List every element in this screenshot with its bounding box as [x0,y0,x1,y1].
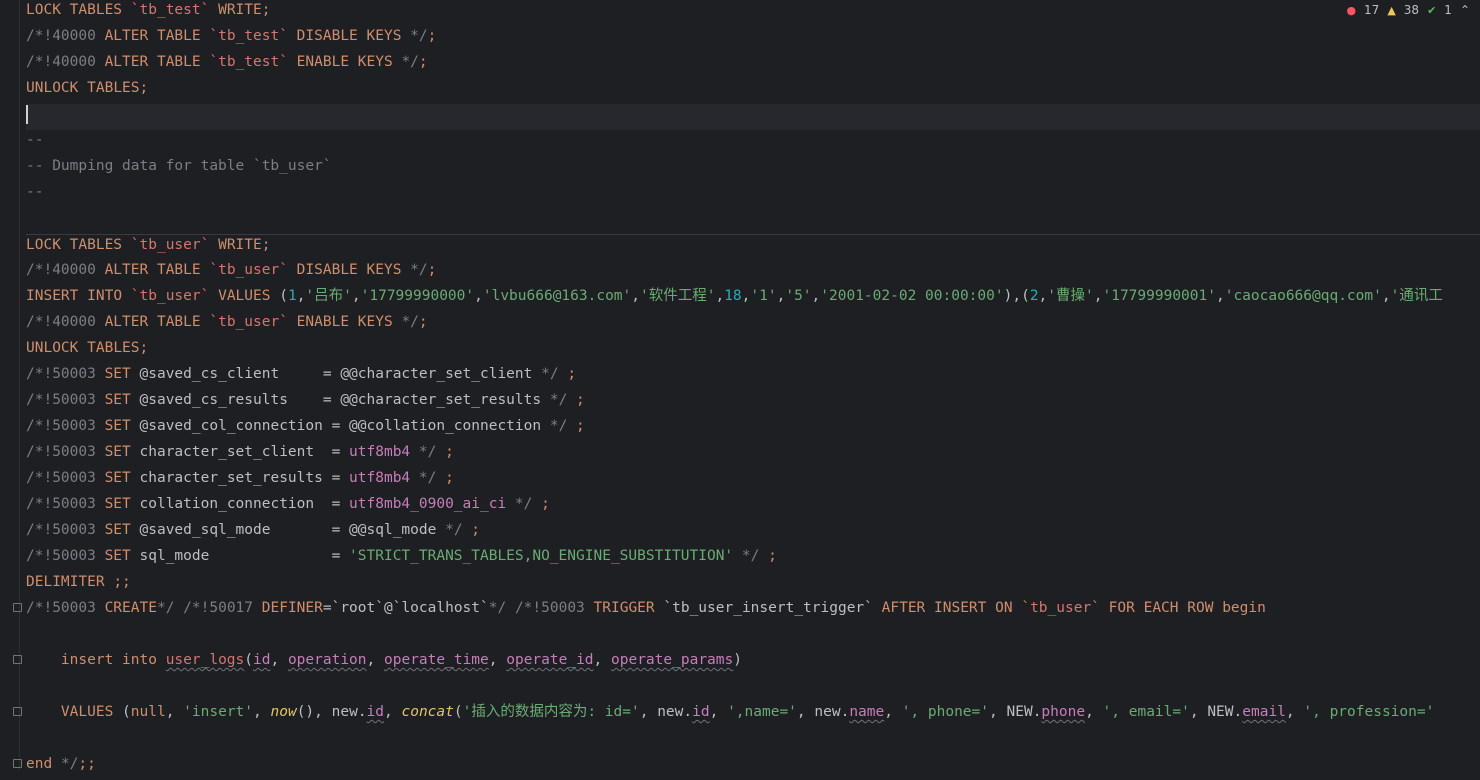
code-line[interactable]: /*!50003 SET @saved_col_connection = @@c… [26,416,1480,442]
code-line[interactable]: LOCK TABLES `tb_test` WRITE; [26,0,1480,26]
fold-marker-icon[interactable] [13,655,22,664]
code-line[interactable]: UNLOCK TABLES; [26,78,1480,104]
code-editor[interactable]: LOCK TABLES `tb_test` WRITE;/*!40000 ALT… [26,0,1480,780]
code-line[interactable]: /*!50003 CREATE*/ /*!50017 DEFINER=`root… [26,598,1480,624]
code-line[interactable]: INSERT INTO `tb_user` VALUES (1,'吕布','17… [26,286,1480,312]
code-line[interactable]: /*!40000 ALTER TABLE `tb_user` ENABLE KE… [26,312,1480,338]
code-line[interactable]: /*!40000 ALTER TABLE `tb_test` DISABLE K… [26,26,1480,52]
code-line[interactable]: LOCK TABLES `tb_user` WRITE; [26,234,1480,260]
fold-marker-icon[interactable] [13,707,22,716]
code-line[interactable] [26,624,1480,650]
code-line[interactable] [26,676,1480,702]
code-line[interactable]: /*!50003 SET @saved_sql_mode = @@sql_mod… [26,520,1480,546]
fold-marker-icon[interactable] [13,759,22,768]
text-caret [26,104,28,124]
code-line[interactable]: /*!40000 ALTER TABLE `tb_user` DISABLE K… [26,260,1480,286]
code-line[interactable]: /*!50003 SET character_set_results = utf… [26,468,1480,494]
code-line[interactable] [26,728,1480,754]
code-line[interactable] [26,208,1480,234]
code-line[interactable]: /*!50003 SET collation_connection = utf8… [26,494,1480,520]
code-line[interactable]: /*!50003 SET @saved_cs_client = @@charac… [26,364,1480,390]
code-line[interactable]: /*!50003 SET sql_mode = 'STRICT_TRANS_TA… [26,546,1480,572]
code-line[interactable]: insert into user_logs(id, operation, ope… [26,650,1480,676]
code-line[interactable]: -- Dumping data for table `tb_user` [26,156,1480,182]
code-line[interactable]: DELIMITER ;; [26,572,1480,598]
code-line[interactable]: /*!50003 SET @saved_cs_results = @@chara… [26,390,1480,416]
code-line[interactable]: VALUES (null, 'insert', now(), new.id, c… [26,702,1480,728]
fold-marker-icon[interactable] [13,603,22,612]
code-line[interactable]: -- [26,130,1480,156]
code-line[interactable]: UNLOCK TABLES; [26,338,1480,364]
code-line[interactable]: /*!40000 ALTER TABLE `tb_test` ENABLE KE… [26,52,1480,78]
code-line[interactable] [26,104,1480,130]
code-line[interactable]: -- [26,182,1480,208]
code-line[interactable]: /*!50003 SET character_set_client = utf8… [26,442,1480,468]
code-line[interactable]: end */;; [26,754,1480,780]
